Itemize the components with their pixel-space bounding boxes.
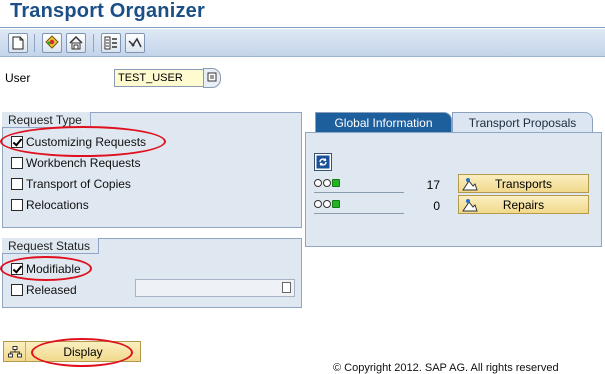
request-type-group: Request Type Customizing Requests Workbe… xyxy=(2,112,302,228)
display-button-label: Display xyxy=(63,344,103,359)
transports-count: 17 xyxy=(426,178,440,192)
tab-global-information[interactable]: Global Information xyxy=(315,112,452,132)
toolbar-separator xyxy=(34,34,35,52)
transport-of-copies-checkbox[interactable] xyxy=(11,178,23,190)
released-checkbox[interactable] xyxy=(11,284,23,296)
toolbar-separator xyxy=(93,34,94,52)
refresh-icon xyxy=(316,155,330,169)
customizing-requests-option[interactable]: Customizing Requests xyxy=(11,134,146,150)
transports-button[interactable]: Transports xyxy=(458,174,589,193)
tab-transport-proposals[interactable]: Transport Proposals xyxy=(452,112,593,132)
button-label: Repairs xyxy=(502,197,545,212)
repairs-icon xyxy=(459,198,481,212)
refresh-button[interactable] xyxy=(314,153,332,171)
transport-of-copies-option[interactable]: Transport of Copies xyxy=(11,176,131,192)
value-help-icon xyxy=(207,71,217,85)
repairs-button[interactable]: Repairs xyxy=(458,195,589,214)
modifiable-checkbox[interactable] xyxy=(11,263,23,275)
checkbox-label: Customizing Requests xyxy=(26,135,147,149)
display-button[interactable]: Display xyxy=(3,341,141,362)
repairs-status-lights xyxy=(314,198,404,214)
request-status-title: Request Status xyxy=(2,238,100,254)
new-document-icon[interactable] xyxy=(8,33,28,53)
copyright-text: © Copyright 2012. SAP AG. All rights res… xyxy=(333,362,559,374)
request-status-group: Request Status Modifiable Released xyxy=(2,238,302,308)
customizing-requests-checkbox[interactable] xyxy=(11,136,23,148)
transports-status-lights xyxy=(314,177,404,193)
user-input[interactable]: TEST_USER xyxy=(114,69,204,87)
page-title: Transport Organizer xyxy=(10,0,205,22)
settings-icon[interactable] xyxy=(101,33,121,53)
workbench-requests-checkbox[interactable] xyxy=(11,157,23,169)
checkbox-label: Relocations xyxy=(26,198,89,212)
user-label: User xyxy=(5,71,31,85)
global-information-panel: 17 Transports 0 Repairs xyxy=(305,132,602,247)
modifiable-option[interactable]: Modifiable xyxy=(11,261,81,277)
display-options-icon[interactable] xyxy=(125,33,145,53)
request-type-title: Request Type xyxy=(2,112,91,128)
calendar-icon[interactable] xyxy=(282,282,291,293)
checkbox-label: Released xyxy=(26,283,77,297)
checkbox-label: Modifiable xyxy=(26,262,81,276)
traffic-light-icon xyxy=(314,179,341,187)
transport-tree-icon[interactable] xyxy=(66,33,86,53)
workbench-requests-option[interactable]: Workbench Requests xyxy=(11,155,141,171)
repairs-count: 0 xyxy=(433,199,440,213)
button-label: Transports xyxy=(495,176,552,191)
application-toolbar xyxy=(0,29,605,57)
transport-truck-icon xyxy=(459,177,481,191)
released-date-field[interactable] xyxy=(135,279,295,297)
transport-objects-icon[interactable] xyxy=(42,33,62,53)
tab-strip: Global Information Transport Proposals xyxy=(305,112,605,132)
checkbox-label: Transport of Copies xyxy=(26,177,131,191)
checkbox-label: Workbench Requests xyxy=(26,156,141,170)
relocations-option[interactable]: Relocations xyxy=(11,197,89,213)
released-option[interactable]: Released xyxy=(11,282,77,298)
relocations-checkbox[interactable] xyxy=(11,199,23,211)
hierarchy-icon xyxy=(4,342,26,361)
title-divider xyxy=(0,27,605,28)
value-help-button[interactable] xyxy=(203,68,221,88)
traffic-light-icon xyxy=(314,200,341,208)
